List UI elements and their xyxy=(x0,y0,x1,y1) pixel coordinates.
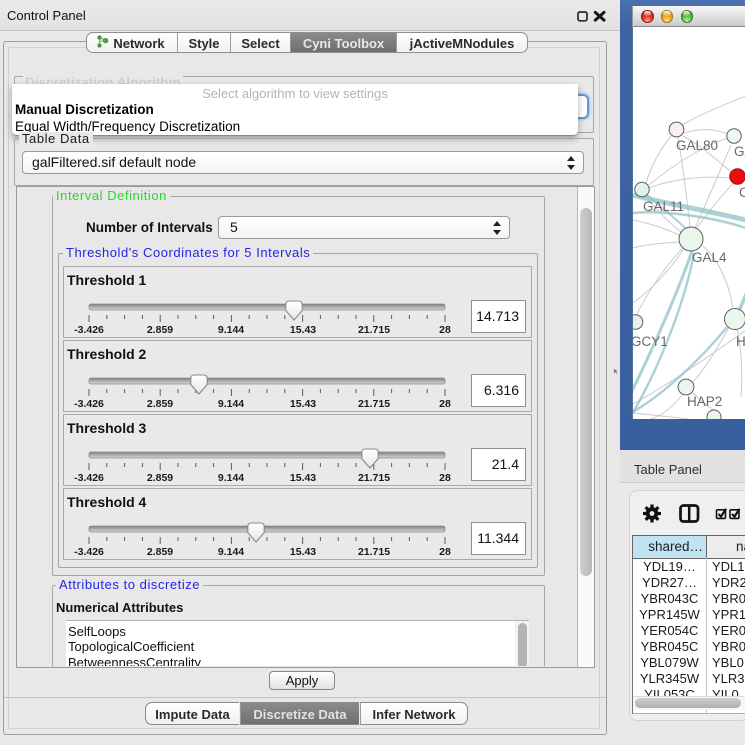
svg-text:C: C xyxy=(739,185,745,200)
svg-text:GAL4: GAL4 xyxy=(692,250,727,265)
svg-text:GAL: GAL xyxy=(734,144,745,159)
svg-text:H: H xyxy=(736,334,745,349)
svg-text:GAL11: GAL11 xyxy=(643,199,684,214)
svg-text:HAP2: HAP2 xyxy=(687,394,722,409)
svg-text:GCY1: GCY1 xyxy=(632,334,668,349)
svg-text:GAL80: GAL80 xyxy=(676,138,718,153)
